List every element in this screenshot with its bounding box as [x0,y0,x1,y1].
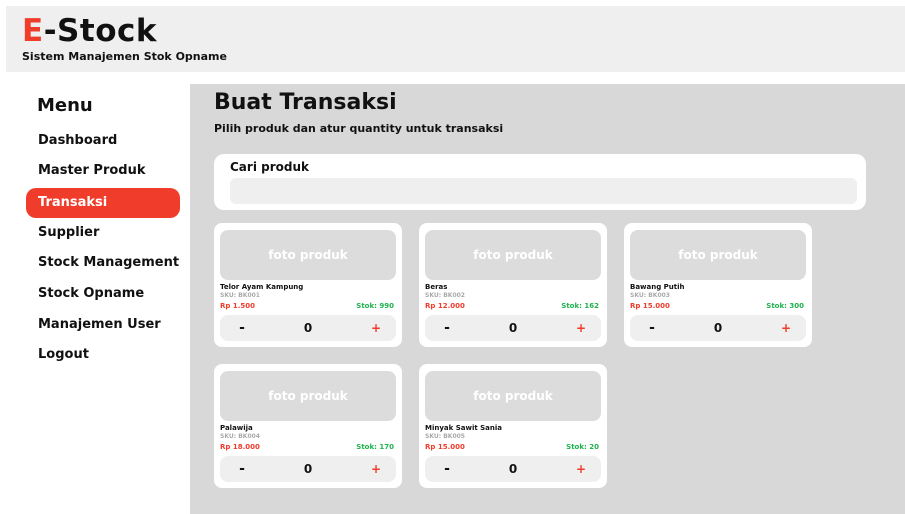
sidebar: Menu Dashboard Master Produk Transaksi S… [18,84,190,514]
quantity-stepper: - 0 + [425,456,601,482]
increase-quantity-button[interactable]: + [366,315,386,341]
quantity-value: 0 [713,321,723,335]
sidebar-item-stock-opname[interactable]: Stock Opname [26,279,180,309]
product-name: Telor Ayam Kampung [220,283,304,291]
sidebar-item-dashboard[interactable]: Dashboard [26,126,180,156]
sidebar-item-transaksi[interactable]: Transaksi [26,188,180,218]
decrease-quantity-button[interactable]: - [642,315,662,341]
product-sku: SKU: BK003 [630,292,670,299]
product-photo: foto produk [630,230,806,280]
product-card: foto produk Telor Ayam Kampung SKU: BK00… [214,223,402,347]
brand-letter: E [22,13,44,49]
sidebar-item-supplier[interactable]: Supplier [26,218,180,248]
product-price: Rp 12.000 [425,302,465,310]
app-tagline: Sistem Manajemen Stok Opname [22,50,227,63]
sidebar-item-logout[interactable]: Logout [26,340,180,370]
brand-name: -Stock [43,13,157,49]
product-stock: Stok: 300 [766,302,804,310]
product-price: Rp 18.000 [220,443,260,451]
product-sku: SKU: BK001 [220,292,260,299]
quantity-stepper: - 0 + [630,315,806,341]
increase-quantity-button[interactable]: + [776,315,796,341]
product-photo: foto produk [425,230,601,280]
product-price: Rp 15.000 [630,302,670,310]
increase-quantity-button[interactable]: + [366,456,386,482]
quantity-value: 0 [508,462,518,476]
decrease-quantity-button[interactable]: - [437,315,457,341]
quantity-value: 0 [303,321,313,335]
product-stock: Stok: 170 [356,443,394,451]
product-price: Rp 1.500 [220,302,255,310]
search-label: Cari produk [230,160,309,174]
product-card: foto produk Palawija SKU: BK004 Rp 18.00… [214,364,402,488]
product-sku: SKU: BK004 [220,433,260,440]
product-sku: SKU: BK005 [425,433,465,440]
product-stock: Stok: 990 [356,302,394,310]
quantity-value: 0 [303,462,313,476]
quantity-stepper: - 0 + [220,456,396,482]
product-stock: Stok: 162 [561,302,599,310]
quantity-stepper: - 0 + [220,315,396,341]
increase-quantity-button[interactable]: + [571,456,591,482]
decrease-quantity-button[interactable]: - [437,456,457,482]
product-photo: foto produk [425,371,601,421]
product-stock: Stok: 20 [566,443,599,451]
product-name: Palawija [220,424,253,432]
quantity-stepper: - 0 + [425,315,601,341]
product-price: Rp 15.000 [425,443,465,451]
search-input[interactable] [230,178,857,204]
page-subtitle: Pilih produk dan atur quantity untuk tra… [214,122,504,135]
product-sku: SKU: BK002 [425,292,465,299]
decrease-quantity-button[interactable]: - [232,315,252,341]
main-content: Buat Transaksi Pilih produk dan atur qua… [190,84,905,514]
brand-logo: E-Stock [22,15,157,47]
app-header: E-Stock Sistem Manajemen Stok Opname [6,6,905,72]
increase-quantity-button[interactable]: + [571,315,591,341]
product-name: Bawang Putih [630,283,685,291]
product-card: foto produk Bawang Putih SKU: BK003 Rp 1… [624,223,812,347]
product-card: foto produk Minyak Sawit Sania SKU: BK00… [419,364,607,488]
page-title: Buat Transaksi [214,90,397,115]
product-photo: foto produk [220,230,396,280]
sidebar-item-stock-management[interactable]: Stock Management [26,248,180,278]
product-name: Minyak Sawit Sania [425,424,503,432]
product-card: foto produk Beras SKU: BK002 Rp 12.000 S… [419,223,607,347]
sidebar-item-master-produk[interactable]: Master Produk [26,156,180,186]
quantity-value: 0 [508,321,518,335]
product-photo: foto produk [220,371,396,421]
menu-title: Menu [37,95,93,116]
product-name: Beras [425,283,448,291]
sidebar-item-manajemen-user[interactable]: Manajemen User [26,310,180,340]
search-panel: Cari produk [214,154,866,210]
decrease-quantity-button[interactable]: - [232,456,252,482]
